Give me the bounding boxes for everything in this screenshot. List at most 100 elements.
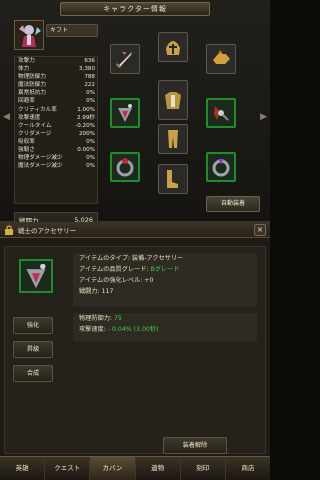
slot-ring-left[interactable] — [110, 152, 140, 182]
gauntlet-icon — [213, 50, 230, 64]
ring-icon — [212, 159, 230, 177]
character-panel: キャラクター情報 ◀ ▶ キフト 攻撃力 636 体力 3,380 物理防御力 788… — [0, 0, 270, 228]
stat-value: 0% — [86, 138, 95, 145]
detail-body: アイテムのタイプ: 装備-アクセサリー アイテムの品質グレード: Bグレード ア… — [4, 246, 266, 454]
slot-accessory[interactable] — [110, 98, 140, 128]
item-phys-def: 物理防御力: 75 — [73, 313, 257, 324]
item-info-box: アイテムのタイプ: 装備-アクセサリー アイテムの品質グレード: Bグレード ア… — [73, 253, 257, 307]
character-portrait[interactable] — [14, 20, 44, 50]
stat-label: 強靭さ — [18, 147, 35, 154]
stat-row: 攻撃速度 2.99秒 — [15, 114, 97, 122]
knight-portrait-icon — [15, 21, 43, 49]
nav-tab-engrave[interactable]: 刻印 — [181, 457, 226, 480]
lock-icon[interactable] — [4, 225, 14, 235]
atk-speed-label: 攻撃速度: — [79, 326, 108, 333]
phys-def-value: 75 — [114, 315, 122, 322]
slot-gloves[interactable] — [206, 44, 236, 74]
slot-sword[interactable] — [110, 44, 140, 74]
slot-pants[interactable] — [158, 124, 188, 154]
stat-label: 異常抵抗力 — [18, 90, 46, 97]
stat-label: 攻撃力 — [18, 58, 35, 64]
slot-necklace[interactable] — [206, 98, 236, 128]
stat-row: 物理防御力 788 — [15, 73, 97, 81]
item-icon-slot — [19, 259, 53, 293]
bottom-nav: 英雄 クエスト カバン 遺物 刻印 商店 — [0, 456, 270, 480]
pendant-icon — [214, 106, 229, 121]
stat-row: 回避率 0% — [15, 97, 97, 105]
stat-row: 体力 3,380 — [15, 65, 97, 73]
prev-character-arrow-icon[interactable]: ◀ — [3, 112, 10, 122]
sword-icon — [116, 52, 132, 68]
stat-label: クールタイム — [18, 122, 52, 129]
item-stats-box: 物理防御力: 75 攻撃速度: - 0.04% (3.00秒) — [73, 313, 257, 341]
item-atk-speed: 攻撃速度: - 0.04% (3.00秒) — [73, 324, 257, 335]
next-character-arrow-icon[interactable]: ▶ — [260, 112, 267, 122]
stat-label: 体力 — [18, 66, 30, 73]
nav-tab-hero[interactable]: 英雄 — [0, 457, 46, 480]
item-title: 戦士のアクセサリー — [18, 227, 77, 235]
stat-value: 0% — [86, 90, 95, 97]
stat-row: 物理ダメージ減少 0% — [15, 154, 97, 162]
stat-label: 物理防御力 — [18, 74, 46, 81]
stat-value: 0.00% — [77, 147, 95, 154]
detail-header: 戦士のアクセサリー × — [0, 222, 270, 238]
stat-row: 魔法ダメージ減少 0% — [15, 162, 97, 170]
boots-icon — [167, 170, 178, 188]
stat-row: 異常抵抗力 0% — [15, 89, 97, 97]
stat-row: 魔法防御力 222 — [15, 81, 97, 89]
amulet-icon — [26, 263, 46, 289]
item-grade-label: アイテムの品質グレード: — [79, 266, 151, 273]
amulet-icon — [118, 104, 132, 122]
stats-list: 攻撃力 636 体力 3,380 物理防御力 788 魔法防御力 222 異常抵抗力 0%… — [14, 56, 98, 204]
stat-value: 2.99秒 — [76, 114, 95, 121]
unequip-button[interactable]: 装着解除 — [163, 437, 227, 454]
enhance-button[interactable]: 強化 — [13, 317, 53, 334]
nav-tab-shop[interactable]: 商店 — [226, 457, 270, 480]
stat-value: 3,380 — [78, 66, 95, 73]
stat-label: クリダメージ — [18, 130, 52, 137]
stat-label: 攻撃速度 — [18, 114, 41, 121]
upgrade-button[interactable]: 昇級 — [13, 341, 53, 358]
combine-button[interactable]: 合成 — [13, 365, 53, 382]
slot-armor[interactable] — [158, 80, 188, 120]
close-button[interactable]: × — [254, 224, 266, 236]
stat-value: 0% — [86, 155, 95, 162]
stat-value: 788 — [84, 74, 95, 81]
stat-row: 強靭さ 0.00% — [15, 146, 97, 154]
stat-value: 200% — [79, 130, 95, 137]
item-detail-panel: 戦士のアクセサリー × アイテムのタイプ: 装備-アクセサリー アイテムの品質グ… — [0, 222, 270, 456]
slot-helmet[interactable] — [158, 32, 188, 62]
stat-value: 1.00% — [77, 106, 95, 113]
stat-value: 636 — [84, 58, 95, 64]
leg-armor-icon — [168, 130, 178, 148]
stat-label: 回避率 — [18, 98, 35, 105]
stat-label: 魔法防御力 — [18, 82, 46, 89]
item-enhance-level: アイテムの強化レベル: +0 — [79, 277, 154, 284]
stat-label: 魔法ダメージ減少 — [18, 163, 63, 170]
slot-boots[interactable] — [158, 164, 188, 194]
item-type: アイテムのタイプ: 装備-アクセサリー — [79, 255, 184, 262]
item-power: 戦闘力: 117 — [79, 288, 114, 295]
stat-value: 0% — [86, 163, 95, 170]
character-name: キフト — [46, 24, 98, 37]
panel-title: キャラクター情報 — [60, 2, 210, 16]
stat-row: クールタイム -0.20% — [15, 122, 97, 130]
auto-equip-button[interactable]: 自動装着 — [206, 196, 260, 212]
stat-value: 222 — [84, 82, 95, 89]
slot-ring-right[interactable] — [206, 152, 236, 182]
stat-row: クリティカル率 1.00% — [15, 106, 97, 114]
stat-row: クリダメージ 200% — [15, 130, 97, 138]
nav-tab-bag[interactable]: カバン — [90, 457, 136, 480]
stat-label: 吸収率 — [18, 138, 35, 145]
armor-icon — [165, 92, 181, 109]
character-info: キフト 攻撃力 636 体力 3,380 物理防御力 788 魔法防御力 222 異常抵… — [14, 20, 98, 228]
nav-tab-relic[interactable]: 遺物 — [136, 457, 181, 480]
stat-label: クリティカル率 — [18, 106, 57, 113]
helmet-icon — [166, 41, 180, 55]
nav-tab-quest[interactable]: クエスト — [45, 457, 91, 480]
stat-row: 攻撃力 636 — [15, 57, 97, 65]
stat-label: 物理ダメージ減少 — [18, 155, 63, 162]
item-grade: アイテムの品質グレード: Bグレード — [73, 264, 257, 275]
stat-value: -0.20% — [75, 122, 95, 129]
ring-icon — [116, 158, 134, 177]
